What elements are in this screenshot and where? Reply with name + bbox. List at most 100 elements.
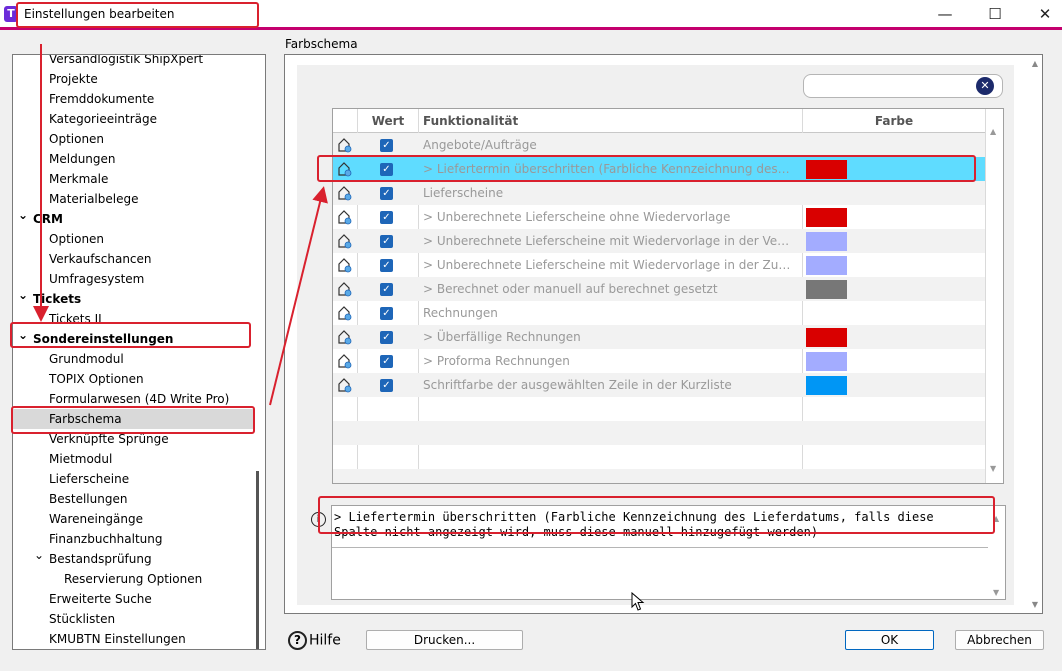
home-settings-icon[interactable] — [337, 160, 353, 178]
home-settings-icon[interactable] — [337, 352, 353, 370]
table-row[interactable]: ✓ > Überfällige Rechnungen — [333, 325, 985, 349]
table-row[interactable]: ✓ Schriftfarbe der ausgewählten Zeile in … — [333, 373, 985, 397]
functionality-label: Schriftfarbe der ausgewählten Zeile in d… — [423, 378, 732, 392]
tree-item[interactable]: ⌄ Sondereinstellungen — [13, 328, 253, 349]
table-row[interactable]: ✓ > Liefertermin überschritten (Farbliche… — [333, 157, 985, 181]
home-settings-icon[interactable] — [337, 328, 353, 346]
expand-chevron-icon[interactable]: ⌄ — [34, 545, 44, 565]
tree-item[interactable]: ⌄ Bestandsprüfung — [13, 548, 253, 569]
color-swatch[interactable] — [806, 232, 847, 251]
home-settings-icon[interactable] — [337, 208, 353, 226]
expand-chevron-icon[interactable]: ⌄ — [18, 325, 28, 345]
color-swatch[interactable] — [806, 256, 847, 275]
column-header-funktionalitaet[interactable]: Funktionalität — [423, 109, 518, 133]
table-row[interactable]: ✓ > Berechnet oder manuell auf berechnet … — [333, 277, 985, 301]
tree-item[interactable]: TOPIX Optionen — [13, 369, 253, 389]
tree-item[interactable]: Fremddokumente — [13, 89, 253, 109]
tree-item[interactable]: Stücklisten — [13, 609, 253, 629]
content-area: ✕ Wert Funktionalität Farbe ✓ Angebote/Au… — [297, 65, 1014, 605]
home-settings-icon[interactable] — [337, 184, 353, 202]
print-button[interactable]: Drucken... — [366, 630, 523, 650]
tree-item[interactable]: Bestellungen — [13, 489, 253, 509]
table-scrollbar[interactable]: ▲ ▼ — [985, 109, 1003, 483]
tree-item[interactable]: Reservierung Optionen — [13, 569, 253, 589]
column-header-farbe[interactable]: Farbe — [803, 109, 985, 133]
enabled-checkbox[interactable]: ✓ — [380, 307, 393, 320]
home-settings-icon[interactable] — [337, 136, 353, 154]
expand-chevron-icon[interactable]: ⌄ — [18, 285, 28, 305]
tree-item[interactable]: ⌄ CRM — [13, 208, 253, 229]
tree-item-label: Sondereinstellungen — [33, 332, 174, 346]
tree-item[interactable]: Kategorieeinträge — [13, 109, 253, 129]
color-swatch[interactable] — [806, 208, 847, 227]
enabled-checkbox[interactable]: ✓ — [380, 139, 393, 152]
tree-item[interactable]: Erweiterte Suche — [13, 589, 253, 609]
enabled-checkbox[interactable]: ✓ — [380, 235, 393, 248]
settings-tree[interactable]: Versandlogistik ShipXpert Projekte Fremddo… — [12, 54, 266, 650]
panel-scroll-down-icon[interactable]: ▼ — [1032, 600, 1038, 609]
tree-item-label: Fremddokumente — [49, 92, 155, 106]
cancel-button[interactable]: Abbrechen — [955, 630, 1044, 650]
tree-item[interactable]: Lieferscheine — [13, 469, 253, 489]
enabled-checkbox[interactable]: ✓ — [380, 283, 393, 296]
tree-item[interactable]: Materialbelege — [13, 189, 253, 209]
close-icon[interactable]: ✕ — [1031, 4, 1059, 24]
tree-item-label: Reservierung Optionen — [64, 572, 203, 586]
table-row[interactable]: ✓ > Unberechnete Lieferscheine ohne Wiede… — [333, 205, 985, 229]
tree-item[interactable]: Grundmodul — [13, 349, 253, 369]
home-settings-icon[interactable] — [337, 280, 353, 298]
panel-scroll-up-icon[interactable]: ▲ — [1032, 59, 1038, 68]
enabled-checkbox[interactable]: ✓ — [380, 259, 393, 272]
table-row[interactable]: ✓ Lieferscheine — [333, 181, 985, 205]
clear-search-icon[interactable]: ✕ — [976, 77, 994, 95]
tree-item[interactable]: Verkaufschancen — [13, 249, 253, 269]
tree-item[interactable]: Umfragesystem — [13, 269, 253, 289]
tree-item[interactable]: Merkmale — [13, 169, 253, 189]
home-settings-icon[interactable] — [337, 256, 353, 274]
tree-item[interactable]: Meldungen — [13, 149, 253, 169]
enabled-checkbox[interactable]: ✓ — [380, 355, 393, 368]
color-swatch[interactable] — [806, 352, 847, 371]
table-row[interactable]: ✓ Rechnungen — [333, 301, 985, 325]
tree-item[interactable]: Optionen — [13, 129, 253, 149]
color-swatch[interactable] — [806, 280, 847, 299]
tree-item[interactable]: Farbschema — [13, 409, 253, 429]
tree-item[interactable]: Wareneingänge — [13, 509, 253, 529]
table-row[interactable]: ✓ > Unberechnete Lieferscheine mit Wieder… — [333, 253, 985, 277]
home-settings-icon[interactable] — [337, 232, 353, 250]
minimize-icon[interactable]: — — [931, 4, 959, 24]
table-row[interactable]: ✓ > Proforma Rechnungen — [333, 349, 985, 373]
enabled-checkbox[interactable]: ✓ — [380, 211, 393, 224]
tree-item[interactable]: Verknüpfte Sprünge — [13, 429, 253, 449]
ok-button[interactable]: OK — [845, 630, 934, 650]
tree-item[interactable]: Tickets II — [13, 309, 253, 329]
maximize-icon[interactable]: ☐ — [981, 4, 1009, 24]
expand-chevron-icon[interactable]: ⌄ — [18, 205, 28, 225]
description-scroll-down-icon[interactable]: ▼ — [993, 588, 999, 597]
table-row[interactable]: ✓ > Unberechnete Lieferscheine mit Wieder… — [333, 229, 985, 253]
tree-scrollbar[interactable] — [256, 471, 259, 649]
enabled-checkbox[interactable]: ✓ — [380, 331, 393, 344]
enabled-checkbox[interactable]: ✓ — [380, 379, 393, 392]
description-box[interactable]: > Liefertermin überschritten (Farbliche … — [331, 505, 1006, 600]
column-header-wert[interactable]: Wert — [358, 109, 418, 133]
tree-item[interactable]: Formularwesen (4D Write Pro) — [13, 389, 253, 409]
enabled-checkbox[interactable]: ✓ — [380, 163, 393, 176]
tree-item[interactable]: Finanzbuchhaltung — [13, 529, 253, 549]
home-settings-icon[interactable] — [337, 304, 353, 322]
help-button[interactable]: ? Hilfe — [288, 631, 341, 650]
tree-item[interactable]: Versandlogistik ShipXpert — [13, 55, 253, 69]
description-scroll-up-icon[interactable]: ▲ — [993, 514, 999, 523]
enabled-checkbox[interactable]: ✓ — [380, 187, 393, 200]
tree-item[interactable]: Mietmodul — [13, 449, 253, 469]
color-swatch[interactable] — [806, 160, 847, 179]
table-row[interactable]: ✓ Angebote/Aufträge — [333, 133, 985, 157]
color-swatch[interactable] — [806, 376, 847, 395]
tree-item[interactable]: KMUBTN Einstellungen — [13, 629, 253, 649]
search-input[interactable]: ✕ — [803, 74, 1003, 98]
tree-item[interactable]: Optionen — [13, 229, 253, 249]
tree-item[interactable]: Projekte — [13, 69, 253, 89]
tree-item[interactable]: ⌄ Tickets — [13, 288, 253, 309]
color-swatch[interactable] — [806, 328, 847, 347]
home-settings-icon[interactable] — [337, 376, 353, 394]
